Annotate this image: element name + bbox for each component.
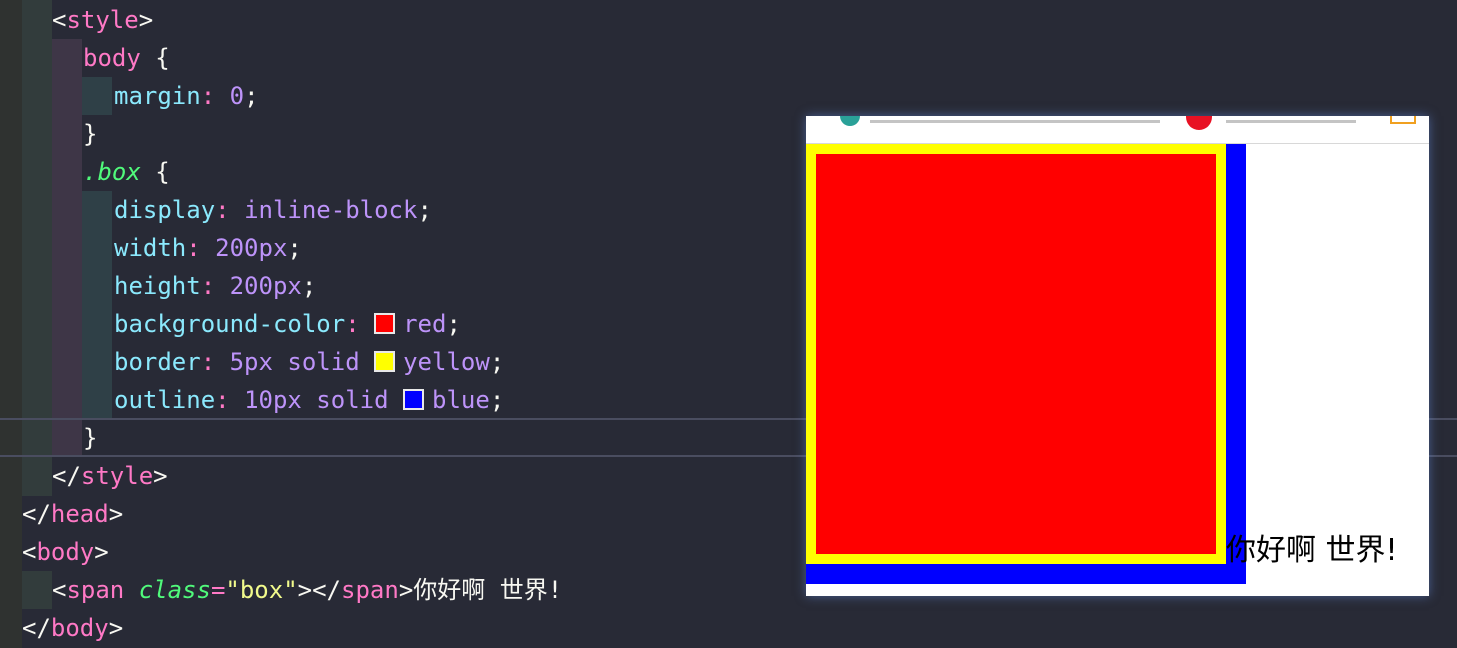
code-token: style	[80, 462, 154, 490]
code-token: style	[66, 6, 139, 34]
code-token: body	[83, 44, 141, 72]
code-token: span	[341, 576, 399, 604]
code-line: margin: 0;	[114, 77, 259, 115]
code-token: "box"	[225, 576, 298, 604]
code-token: 200px	[215, 234, 288, 262]
editor-gutter	[0, 0, 22, 648]
code-line: body {	[83, 39, 170, 77]
code-token: <	[22, 538, 37, 566]
code-token: span	[66, 576, 125, 604]
color-swatch-icon[interactable]	[403, 389, 425, 410]
code-token: 200px	[229, 272, 302, 300]
code-line: background-color: red;	[114, 305, 461, 343]
code-token: ;	[489, 348, 505, 376]
code-token: 10px solid	[244, 386, 404, 414]
code-line: display: inline-block;	[114, 191, 432, 229]
code-token: ;	[287, 234, 302, 262]
code-token: =	[210, 576, 226, 604]
code-token: .box	[83, 158, 141, 186]
code-token: ;	[244, 82, 259, 110]
code-token: :	[200, 82, 230, 110]
code-token: 0	[229, 82, 245, 110]
code-token: class	[138, 576, 211, 604]
code-token: border	[114, 348, 201, 376]
code-line: </head>	[22, 495, 123, 533]
code-token: }	[83, 424, 98, 452]
code-line: </body>	[22, 609, 123, 647]
code-token: {	[140, 158, 170, 186]
indent-guide	[22, 571, 52, 609]
code-line: <style>	[52, 1, 153, 39]
code-token: >	[153, 462, 168, 490]
code-token: ;	[417, 196, 432, 224]
code-token: yellow	[403, 348, 490, 376]
code-line: <span class="box"></span>你好啊 世界!	[52, 571, 562, 609]
code-token: >	[94, 538, 109, 566]
code-token: }	[83, 120, 98, 148]
code-token: ;	[446, 310, 461, 338]
code-line: outline: 10px solid blue;	[114, 381, 504, 419]
code-token: </	[22, 614, 51, 642]
code-token: </	[52, 462, 81, 490]
color-swatch-icon[interactable]	[374, 351, 396, 372]
code-token: :	[215, 196, 245, 224]
indent-guide	[22, 0, 52, 496]
code-token: >	[108, 614, 124, 642]
indent-guide	[82, 191, 112, 419]
code-token: outline	[114, 386, 216, 414]
code-token: width	[114, 234, 187, 262]
code-token: ;	[489, 386, 505, 414]
code-token: {	[140, 44, 170, 72]
bookmark-favicon-icon[interactable]	[840, 116, 860, 126]
code-token: red	[403, 310, 447, 338]
code-line: <body>	[22, 533, 109, 571]
code-token: >你好啊 世界!	[398, 576, 563, 604]
code-line: }	[83, 115, 97, 153]
code-line: }	[83, 419, 97, 457]
code-line: height: 200px;	[114, 267, 316, 305]
browser-preview: 你好啊 世界!	[806, 116, 1429, 596]
code-token: blue	[432, 386, 490, 414]
code-token: <	[52, 576, 67, 604]
bookmark-favicon-icon[interactable]	[1186, 116, 1212, 130]
code-token: margin	[114, 82, 201, 110]
code-token: background-color	[114, 310, 346, 338]
bookmark-item[interactable]	[870, 116, 1160, 123]
code-token: height	[114, 272, 201, 300]
preview-text: 你好啊 世界!	[1226, 533, 1398, 568]
box-content	[816, 154, 1216, 554]
code-token: :	[186, 234, 216, 262]
bookmark-item[interactable]	[1226, 116, 1356, 123]
code-token: display	[114, 196, 216, 224]
code-token: :	[200, 348, 230, 376]
code-token: ></	[297, 576, 342, 604]
code-line: </style>	[52, 457, 168, 495]
code-token: 5px solid	[229, 348, 375, 376]
code-token: ;	[301, 272, 317, 300]
code-token: :	[200, 272, 230, 300]
code-line: border: 5px solid yellow;	[114, 343, 504, 381]
code-token: >	[138, 6, 154, 34]
code-token: inline-block	[244, 196, 418, 224]
indent-guide	[52, 39, 82, 457]
code-line: .box {	[83, 153, 170, 191]
code-token: :	[215, 386, 245, 414]
code-token: </	[22, 500, 51, 528]
code-token: head	[50, 500, 109, 528]
indent-guide	[82, 77, 112, 115]
code-token: >	[108, 500, 124, 528]
code-token: <	[52, 6, 67, 34]
folder-icon[interactable]	[1390, 116, 1416, 124]
code-line: width: 200px;	[114, 229, 302, 267]
code-token: body	[50, 614, 109, 642]
code-token: :	[345, 310, 375, 338]
bookmarks-bar	[806, 116, 1429, 144]
color-swatch-icon[interactable]	[374, 313, 396, 334]
code-token: body	[36, 538, 95, 566]
